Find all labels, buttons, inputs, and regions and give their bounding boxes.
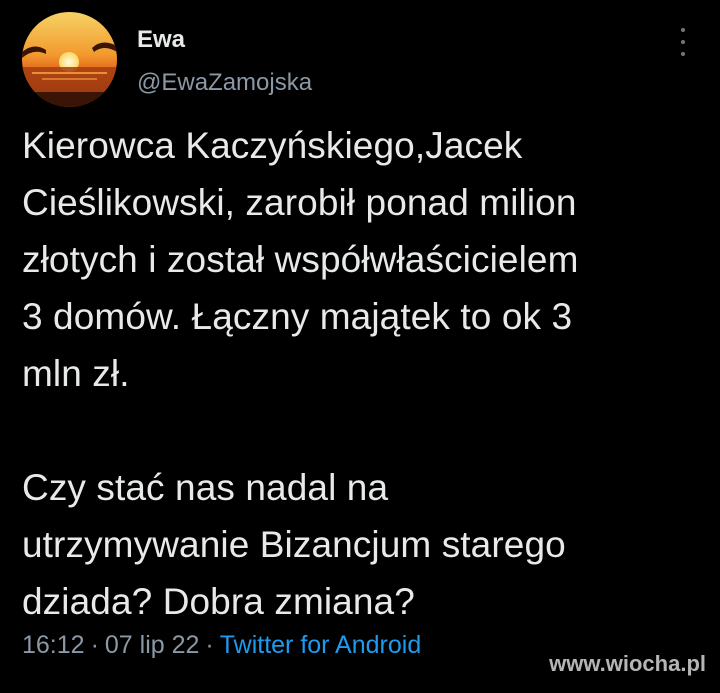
tweet-text-line: utrzymywanie Bizancjum starego bbox=[22, 524, 566, 565]
tweet-text-line: Kierowca Kaczyńskiego,Jacek bbox=[22, 125, 523, 166]
user-handle[interactable]: @EwaZamojska bbox=[137, 68, 312, 98]
tweet-text-line: dziada? Dobra zmiana? bbox=[22, 581, 415, 622]
tweet-text-line: 3 domów. Łączny majątek to ok 3 bbox=[22, 296, 573, 337]
tweet-time[interactable]: 16:12 bbox=[22, 631, 85, 659]
tweet-text-line: mln zł. bbox=[22, 353, 130, 394]
display-name[interactable]: Ewa bbox=[137, 25, 185, 55]
separator: · bbox=[205, 631, 214, 659]
sunset-avatar-icon bbox=[22, 12, 117, 107]
tweet-meta: 16:12 · 07 lip 22 · Twitter for Android bbox=[22, 628, 421, 662]
tweet-source-link[interactable]: Twitter for Android bbox=[220, 631, 421, 659]
tweet-text: Kierowca Kaczyńskiego,Jacek Cieślikowski… bbox=[22, 117, 702, 630]
avatar[interactable] bbox=[22, 12, 117, 107]
tweet-text-line: Cieślikowski, zarobił ponad milion bbox=[22, 182, 577, 223]
more-vertical-icon[interactable] bbox=[673, 28, 693, 56]
tweet-text-line: złotych i został współwłaścicielem bbox=[22, 239, 579, 280]
separator: · bbox=[90, 631, 99, 659]
tweet-date[interactable]: 07 lip 22 bbox=[105, 631, 200, 659]
watermark: www.wiocha.pl bbox=[549, 651, 706, 676]
tweet: Ewa @EwaZamojska Kierowca Kaczyńskiego,J… bbox=[0, 0, 720, 693]
tweet-text-line: Czy stać nas nadal na bbox=[22, 467, 389, 508]
